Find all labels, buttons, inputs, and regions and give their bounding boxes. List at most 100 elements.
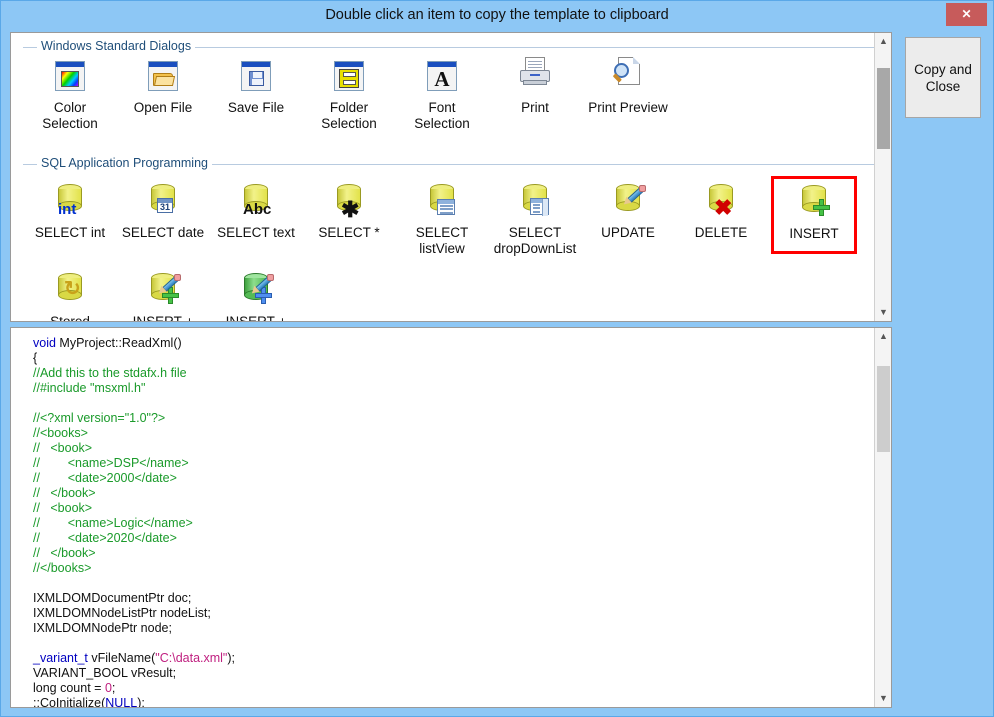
group-label-windows-standard-dialogs: Windows Standard Dialogs [37,39,196,53]
template-item-insert[interactable]: INSERT [771,176,857,254]
scroll-up-icon[interactable]: ▲ [875,328,891,345]
db-select-all-icon: ✱ [306,182,392,222]
window-title: Double click an item to copy the templat… [325,7,669,23]
code-panel-scrollbar[interactable]: ▲ ▼ [874,328,891,707]
dialog-window-frame [148,61,178,91]
template-item-open-file[interactable]: Open File [120,57,206,116]
template-item-label: Folder Selection [321,100,377,131]
scrollbar-thumb[interactable] [877,67,890,150]
group-sql-application-programming: SQL Application Programming int SELECT in… [23,156,875,321]
printer-tray [523,80,547,85]
print-icon [492,57,578,97]
copy-and-close-button[interactable]: Copy and Close [905,37,981,118]
template-item-label: SELECT int [34,225,106,240]
mini-body [335,67,363,90]
scroll-up-icon[interactable]: ▲ [875,33,891,50]
database-cylinder-icon: ✖ [704,182,738,220]
database-cylinder-icon [239,271,274,305]
sidebar: Copy and Close [899,32,985,322]
pencil-icon [621,184,646,208]
template-item-insert[interactable]: INSERT + [120,271,206,322]
mini-body [56,67,84,90]
dropdownlist-icon [530,198,549,216]
dialog-window-frame: A [427,61,457,91]
db-insert-plus-yellow-icon [120,271,206,311]
pencil-eraser [639,185,646,192]
save-file-icon [213,57,299,97]
template-item-insert[interactable]: INSERT + [213,271,299,322]
scroll-down-icon[interactable]: ▼ [875,690,891,707]
database-cylinder-icon: Abc [239,182,273,218]
database-cylinder-icon [425,182,459,216]
template-item-label: Print Preview [588,100,668,115]
db-select-dropdownlist-icon [492,182,578,222]
floppy-disk-icon [248,71,264,86]
db-select-date-icon: 31 [120,182,206,222]
template-item-print[interactable]: Print [492,57,578,116]
dialog-window-frame [334,61,364,91]
open-file-icon [120,57,206,97]
template-item-label: Font Selection [414,100,470,131]
template-item-stored[interactable]: ↻ Stored [27,271,113,322]
template-item-color-selection[interactable]: Color Selection [27,57,113,132]
dialog-window-frame [241,61,271,91]
red-x-icon: ✖ [714,195,733,220]
template-item-select-date[interactable]: 31 SELECT date [120,182,206,241]
template-item-select-text[interactable]: Abc SELECT text [213,182,299,241]
green-plus-icon [813,199,830,216]
template-item-label: SELECT * [318,225,380,240]
template-item-select[interactable]: ✱ SELECT * [306,182,392,241]
db-update-icon [585,182,671,222]
pencil-eraser [267,274,274,281]
printer-icon [518,57,552,87]
pencil-icon [156,273,181,297]
template-item-select-dropdownlist[interactable]: SELECT dropDownList [492,182,578,257]
dialog-window: Double click an item to copy the templat… [0,0,994,717]
db-select-text-icon: Abc [213,182,299,222]
font-selection-icon: A [399,57,485,97]
color-selection-icon [27,57,113,97]
mini-body [242,67,270,90]
template-item-select-int[interactable]: int SELECT int [27,182,113,241]
template-item-label: SELECT date [121,225,205,240]
code-text[interactable]: void MyProject::ReadXml() { //Add this t… [11,328,874,707]
tool-panel-scrollbar[interactable]: ▲ ▼ [874,33,891,321]
scrollbar-thumb[interactable] [877,365,890,452]
template-item-label: SELECT dropDownList [493,225,577,256]
template-item-select-listview[interactable]: SELECT listView [399,182,485,257]
code-preview-panel: void MyProject::ReadXml() { //Add this t… [10,327,892,708]
mini-body [149,67,177,90]
template-item-label: INSERT + [225,314,287,322]
template-item-label: INSERT [789,226,839,241]
group-windows-standard-dialogs: Windows Standard Dialogs Color Selection… [23,39,875,165]
template-item-update[interactable]: UPDATE [585,182,671,241]
title-bar: Double click an item to copy the templat… [1,1,993,29]
template-item-label: Open File [133,100,193,115]
template-item-label: INSERT + [132,314,194,322]
group-label-sql-application-programming: SQL Application Programming [37,156,212,170]
database-cylinder-icon [797,183,831,217]
template-item-label: Save File [227,100,285,115]
template-item-print-preview[interactable]: Print Preview [585,57,671,116]
dialog-window-frame [55,61,85,91]
rainbow-swatch-icon [61,70,79,87]
file-cabinet-icon [339,69,359,88]
template-item-save-file[interactable]: Save File [213,57,299,116]
template-item-delete[interactable]: ✖ DELETE [678,182,764,241]
database-cylinder-icon: int [53,182,87,218]
database-cylinder-icon [146,271,181,305]
template-item-label: Color Selection [42,100,98,131]
paper [525,57,545,71]
template-item-folder-selection[interactable]: Folder Selection [306,57,392,132]
template-item-label: DELETE [694,225,748,240]
letter-a-icon: A [434,66,450,91]
db-insert-plus-green-icon [213,271,299,311]
db-insert-icon [774,183,854,223]
folder-selection-icon [306,57,392,97]
abc-label-icon: Abc [243,201,272,218]
scroll-down-icon[interactable]: ▼ [875,304,891,321]
template-item-label: SELECT listView [415,225,469,256]
template-item-font-selection[interactable]: A Font Selection [399,57,485,132]
close-button[interactable]: ✕ [946,3,987,26]
template-item-label: Stored [50,314,90,322]
